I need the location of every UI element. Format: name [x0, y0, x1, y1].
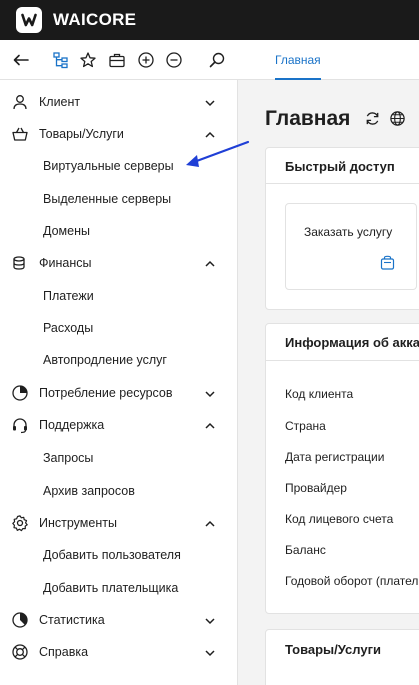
brand-name: WAICORE: [53, 10, 137, 29]
shopping-bag-icon: [380, 255, 395, 270]
sidebar-item-add-user[interactable]: Добавить пользователя: [0, 541, 238, 569]
goods-card: Товары/Услуги: [265, 629, 419, 685]
tree-icon[interactable]: [52, 51, 70, 69]
order-service-tile[interactable]: Заказать услугу: [285, 203, 417, 290]
sidebar-item-label: Платежи: [43, 289, 94, 303]
info-row-label: Дата регистрации: [285, 450, 385, 464]
main-content: Главная Быстрый доступ Заказать услугу И…: [238, 80, 419, 685]
sidebar-item-label: Добавить плательщика: [43, 581, 179, 595]
sidebar-item-client[interactable]: Клиент: [0, 87, 238, 117]
toolbar: Главная: [0, 40, 419, 80]
info-row-label: Код клиента: [285, 387, 354, 401]
sidebar-item-goods[interactable]: Товары/Услуги: [0, 119, 238, 149]
logo-icon[interactable]: [16, 7, 42, 33]
info-row-label: Провайдер: [285, 481, 347, 495]
top-bar: WAICORE: [0, 0, 419, 40]
coins-icon: [13, 256, 25, 270]
sidebar-item-label: Потребление ресурсов: [39, 386, 173, 400]
card-title: Быстрый доступ: [285, 159, 395, 174]
sidebar-item-add-payer[interactable]: Добавить плательщика: [0, 574, 238, 602]
chevron-up-icon[interactable]: [203, 419, 217, 433]
sidebar-item-autorenew[interactable]: Автопродление услуг: [0, 346, 238, 374]
chevron-down-icon[interactable]: [203, 646, 217, 660]
sidebar-item-requests[interactable]: Запросы: [0, 444, 238, 472]
gear-icon: [12, 515, 28, 532]
headset-icon: [13, 418, 27, 434]
account-info-card: Информация об аккаунте Код клиента Стран…: [265, 323, 419, 614]
sidebar-item-label: Домены: [43, 224, 90, 238]
sidebar-item-label: Виртуальные серверы: [43, 159, 174, 173]
sidebar-item-label: Инструменты: [39, 516, 117, 530]
refresh-icon[interactable]: [364, 110, 381, 127]
basket-icon: [12, 127, 28, 141]
sidebar-item-label: Статистика: [39, 613, 105, 627]
sidebar-item-label: Архив запросов: [43, 484, 135, 498]
chevron-up-icon[interactable]: [203, 128, 217, 142]
page-title: Главная: [265, 107, 351, 130]
sidebar-item-label: Автопродление услуг: [43, 353, 167, 367]
search-icon[interactable]: [208, 51, 226, 69]
sidebar-item-virtual-servers[interactable]: Виртуальные серверы: [0, 152, 238, 180]
sidebar-item-label: Товары/Услуги: [39, 127, 124, 141]
sidebar-item-domains[interactable]: Домены: [0, 217, 238, 245]
star-icon[interactable]: [79, 51, 97, 69]
sidebar-item-support[interactable]: Поддержка: [0, 410, 238, 440]
user-icon: [13, 95, 27, 110]
sidebar-item-payments[interactable]: Платежи: [0, 282, 238, 310]
globe-icon[interactable]: [389, 110, 406, 127]
chevron-down-icon[interactable]: [203, 96, 217, 110]
info-row-label: Баланс: [285, 543, 326, 557]
info-row-label: Код лицевого счета: [285, 512, 394, 526]
sidebar-item-label: Финансы: [39, 256, 92, 270]
sidebar-item-label: Запросы: [43, 451, 94, 465]
sidebar-item-label: Справка: [39, 645, 89, 659]
sidebar-item-help[interactable]: Справка: [0, 637, 238, 667]
tab-home[interactable]: Главная: [275, 40, 321, 80]
sidebar-item-label: Добавить пользователя: [43, 548, 181, 562]
sidebar: Клиент Товары/Услуги Виртуальные серверы…: [0, 80, 238, 685]
quick-access-card: Быстрый доступ Заказать услугу: [265, 147, 419, 310]
card-title: Товары/Услуги: [285, 642, 381, 657]
back-arrow-icon[interactable]: [12, 51, 30, 69]
divider: [266, 183, 419, 184]
sidebar-item-label: Клиент: [39, 95, 81, 109]
pie-chart-icon: [12, 385, 28, 401]
chevron-up-icon[interactable]: [203, 257, 217, 271]
sidebar-item-expenses[interactable]: Расходы: [0, 314, 238, 342]
plus-circle-icon[interactable]: [137, 51, 155, 69]
sidebar-item-finance[interactable]: Финансы: [0, 248, 238, 278]
stats-pie-icon: [12, 612, 28, 628]
lifebuoy-icon: [12, 644, 28, 660]
info-row-label: Годовой оборот (плательщика): [285, 574, 419, 588]
info-row-label: Страна: [285, 419, 326, 433]
minus-circle-icon[interactable]: [165, 51, 183, 69]
sidebar-item-tools[interactable]: Инструменты: [0, 508, 238, 538]
briefcase-icon[interactable]: [108, 51, 126, 69]
sidebar-item-requests-archive[interactable]: Архив запросов: [0, 477, 238, 505]
sidebar-item-dedicated-servers[interactable]: Выделенные серверы: [0, 185, 238, 213]
chevron-up-icon[interactable]: [203, 517, 217, 531]
chevron-down-icon[interactable]: [203, 387, 217, 401]
sidebar-item-label: Расходы: [43, 321, 94, 335]
sidebar-item-stats[interactable]: Статистика: [0, 605, 238, 635]
sidebar-item-label: Поддержка: [39, 418, 105, 432]
card-title: Информация об аккаунте: [285, 335, 419, 350]
sidebar-item-resources[interactable]: Потребление ресурсов: [0, 378, 238, 408]
divider: [266, 360, 419, 361]
sidebar-item-label: Выделенные серверы: [43, 192, 172, 206]
chevron-down-icon[interactable]: [203, 614, 217, 628]
tile-label: Заказать услугу: [304, 225, 393, 239]
